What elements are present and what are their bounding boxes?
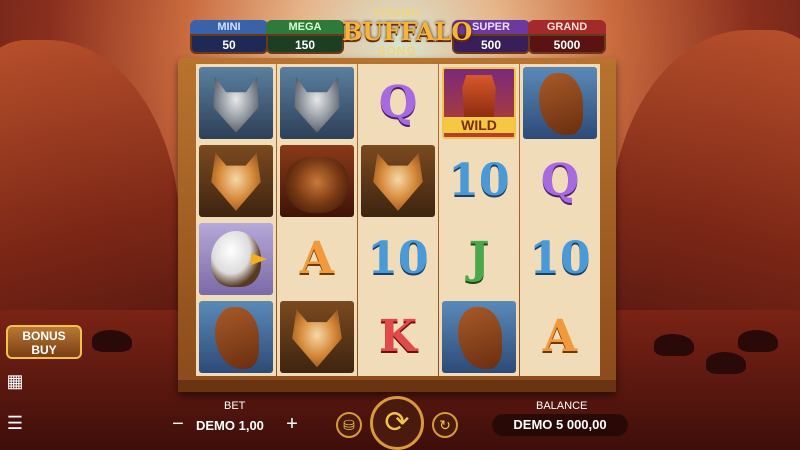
reel-cell [520, 64, 600, 141]
reel-cell [196, 299, 276, 376]
bison-silhouette [92, 330, 132, 352]
reel-cell: A [277, 221, 357, 298]
bet-decrease-button[interactable]: − [170, 414, 186, 434]
symbol-wild: WILD [442, 66, 516, 139]
jackpot-value: 150 [266, 34, 344, 54]
bet-label: BET [224, 400, 246, 412]
symbol-q: Q [378, 76, 418, 128]
reel-frame-base [178, 380, 616, 392]
symbol-a: A [299, 233, 335, 285]
symbol-horse [442, 301, 516, 374]
autoplay-icon[interactable]: ↻ [432, 412, 458, 438]
wild-label: WILD [444, 116, 514, 133]
symbol-a: A [542, 311, 578, 363]
game-logo: YOUNG BUFFALO SONG [342, 6, 473, 66]
reel-cell [439, 299, 519, 376]
symbol-q: Q [540, 154, 580, 206]
symbol-bison [280, 144, 354, 217]
symbol-horse [523, 66, 597, 139]
bonus-buy-button[interactable]: BONUS BUY [6, 325, 82, 359]
bet-value: DEMO 1,00 [196, 418, 264, 433]
reel-grid: A Q 10 K WILD 10 J Q 10 A [196, 64, 600, 376]
logo-line-buffalo: BUFFALO [342, 17, 473, 46]
bison-silhouette [706, 352, 746, 374]
reel-cell: 10 [439, 142, 519, 219]
symbol-j: J [468, 233, 490, 285]
reel-column: A [277, 64, 357, 376]
symbol-k: K [378, 311, 418, 363]
reel-cell: K [358, 299, 438, 376]
spin-icon: ⟳ [384, 406, 410, 439]
balance-label: BALANCE [536, 400, 588, 412]
symbol-10: 10 [367, 233, 429, 285]
reel-column: Q 10 K [358, 64, 438, 376]
reel-cell [277, 64, 357, 141]
jackpot-grand: GRAND 5000 [528, 20, 606, 56]
bonus-buy-label: BUY [31, 343, 57, 357]
bison-silhouette [654, 334, 694, 356]
balance-value: DEMO 5 000,00 [492, 414, 628, 436]
reel-cell [196, 142, 276, 219]
symbol-cougar [199, 144, 273, 217]
reel-cell [277, 142, 357, 219]
reel-cell [196, 221, 276, 298]
jackpot-value: 50 [190, 34, 268, 54]
reel-cell: 10 [520, 221, 600, 298]
jackpot-mega: MEGA 150 [266, 20, 344, 56]
reel-cell: J [439, 221, 519, 298]
reel-column: WILD 10 J [439, 64, 519, 376]
reel-column: Q 10 A [520, 64, 600, 376]
reel-cell: Q [358, 64, 438, 141]
symbol-wolf [199, 66, 273, 139]
bison-silhouette [738, 330, 778, 352]
symbol-wolf [280, 66, 354, 139]
reel-cell: Q [520, 142, 600, 219]
reel-cell [358, 142, 438, 219]
bet-increase-button[interactable]: + [284, 414, 300, 434]
reel-cell: WILD [439, 64, 519, 141]
bonus-buy-label: BONUS [22, 329, 66, 343]
jackpot-label: MINI [190, 20, 268, 34]
menu-icon[interactable]: ☰ [4, 412, 26, 434]
logo-line-song: SONG [377, 44, 417, 58]
symbol-10: 10 [448, 154, 510, 206]
jackpot-value: 5000 [528, 34, 606, 54]
jackpot-mini: MINI 50 [190, 20, 268, 56]
symbol-10: 10 [529, 233, 591, 285]
jackpot-label: MEGA [266, 20, 344, 34]
reel-cell [277, 299, 357, 376]
reel-cell: 10 [358, 221, 438, 298]
symbol-horse [199, 301, 273, 374]
symbol-cougar [280, 301, 354, 374]
jackpot-label: GRAND [528, 20, 606, 34]
reel-cell [196, 64, 276, 141]
symbol-cougar [361, 144, 435, 217]
symbol-eagle [199, 223, 273, 296]
coins-icon[interactable]: ⛁ [336, 412, 362, 438]
reel-column [196, 64, 276, 376]
spin-button[interactable]: ⟳ [370, 396, 424, 450]
calendar-icon[interactable]: ▦ [4, 370, 26, 392]
reel-cell: A [520, 299, 600, 376]
